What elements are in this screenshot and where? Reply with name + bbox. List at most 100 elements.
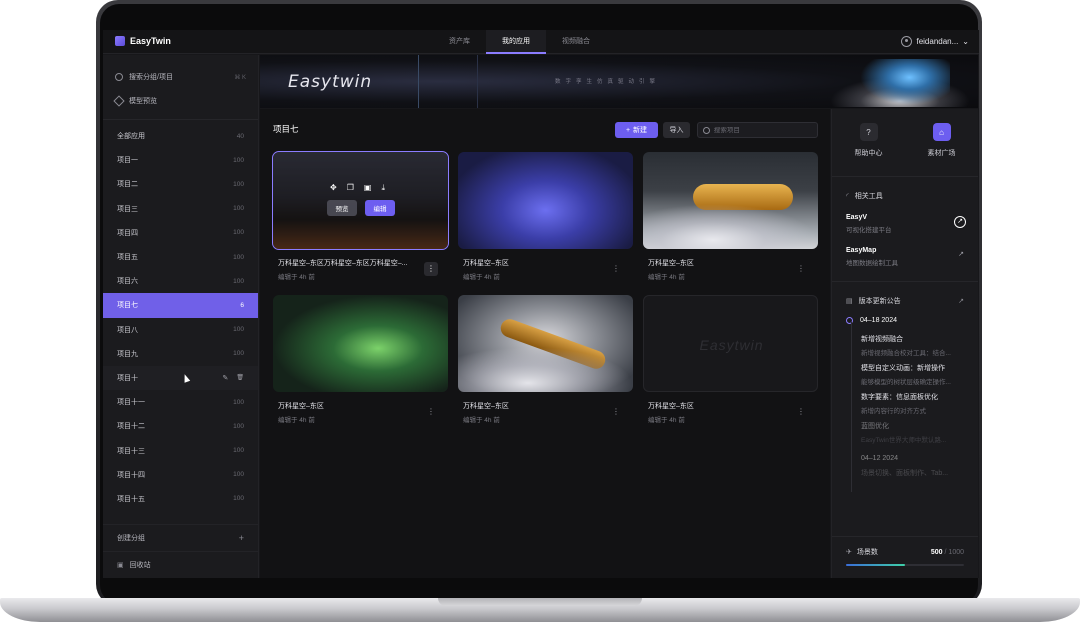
sidebar-item[interactable]: 项目九 100 <box>103 342 258 366</box>
project-thumbnail[interactable]: ✥ ❐ ▣ ⤓ 预览 编辑 <box>272 151 449 250</box>
update-entry[interactable]: 场景切换、面板制作、Tab... <box>846 468 964 478</box>
project-search[interactable] <box>697 122 818 138</box>
card-edited-time: 编辑于 4h 前 <box>463 274 500 281</box>
sidebar-item[interactable]: 项目七 6 <box>103 293 258 318</box>
more-options-icon[interactable]: ⋮ <box>424 262 438 276</box>
sidebar-item-count: 6 <box>240 301 244 309</box>
sidebar-item-count: 100 <box>233 422 244 430</box>
import-button[interactable]: 导入 <box>663 122 690 138</box>
update-entry[interactable]: 模型自定义动画：新增操作 能够模型的树状层级确定操作... <box>846 363 964 386</box>
update-entry[interactable]: 数字要素：信息面板优化 新增内容行的对齐方式 <box>846 392 964 415</box>
tab-asset-library[interactable]: 资产库 <box>433 30 486 54</box>
project-card[interactable]: 万科星空–东区 编辑于 4h 前 ⋮ <box>458 295 633 424</box>
banner-hologram-image <box>860 59 950 105</box>
card-title: 万科星空–东区 <box>278 403 324 410</box>
sidebar-item[interactable]: 项目十二 100 <box>103 414 258 438</box>
more-options-icon[interactable]: ⋮ <box>609 405 623 419</box>
page-title: 项目七 <box>273 124 299 134</box>
project-thumbnail[interactable] <box>273 295 448 392</box>
more-options-icon[interactable]: ⋮ <box>794 262 808 276</box>
sidebar-item[interactable]: 项目十四 100 <box>103 463 258 487</box>
sidebar-item[interactable]: 项目十五 100 <box>103 487 258 511</box>
card-edited-time: 编辑于 4h 前 <box>278 417 315 424</box>
timeline-line <box>851 322 852 492</box>
sidebar-item[interactable]: 项目三 100 <box>103 197 258 221</box>
update-desc: 新增视频融合校对工具：结合... <box>861 350 951 357</box>
sidebar-item[interactable]: 项目一 100 <box>103 148 258 172</box>
image-icon[interactable]: ▣ <box>364 183 372 193</box>
sidebar-item[interactable]: 项目四 100 <box>103 221 258 245</box>
update-entry[interactable]: 蓝图优化 EasyTwin世界大师中默认路... <box>846 421 964 444</box>
user-menu[interactable]: feidandan... ⌄ <box>901 36 969 47</box>
sidebar-search[interactable]: 搜索分组/项目 ⌘ K <box>115 65 246 89</box>
project-search-input[interactable] <box>713 126 812 134</box>
scene-quota-bar <box>846 564 964 566</box>
project-card[interactable]: Easytwin 万科星空–东区 编辑于 4h 前 ⋮ <box>643 295 818 424</box>
sidebar-item-label: 项目八 <box>117 326 138 334</box>
sidebar-item-label: 项目十二 <box>117 423 145 431</box>
app-logo[interactable]: EasyTwin <box>115 36 171 46</box>
sidebar-item[interactable]: 项目二 100 <box>103 172 258 196</box>
external-link-icon[interactable]: ↗ <box>958 250 964 258</box>
project-thumbnail[interactable] <box>458 152 633 249</box>
project-card[interactable]: 万科星空–东区 编辑于 4h 前 ⋮ <box>273 295 448 424</box>
download-icon[interactable]: ⤓ <box>381 183 385 193</box>
sidebar-model-preview[interactable]: 模型预览 <box>113 89 246 113</box>
trash-icon[interactable]: 🗑 <box>236 374 244 382</box>
project-thumbnail[interactable] <box>643 152 818 249</box>
tool-easymap[interactable]: EasyMap 地图数据绘制工具 ↗ <box>832 240 978 273</box>
material-plaza-button[interactable]: ⌂ 素材广场 <box>928 123 956 176</box>
more-options-icon[interactable]: ⋮ <box>424 405 438 419</box>
sidebar-item[interactable]: 项目五 100 <box>103 245 258 269</box>
card-edited-time: 编辑于 4h 前 <box>463 417 500 424</box>
project-card[interactable]: 万科星空–东区 编辑于 4h 前 ⋮ <box>458 152 633 281</box>
tool-easyv[interactable]: EasyV 可视化搭建平台 ↗ <box>832 207 978 240</box>
user-icon <box>901 36 913 47</box>
project-thumbnail[interactable] <box>458 295 633 392</box>
more-options-icon[interactable]: ⋮ <box>609 262 623 276</box>
sidebar-item[interactable]: 项目十三 100 <box>103 438 258 462</box>
update-heading: 蓝图优化 <box>861 423 889 430</box>
project-card[interactable]: ✥ ❐ ▣ ⤓ 预览 编辑 万科星空–东区万科星空–东区万科星空–... 编辑于… <box>272 151 449 281</box>
project-card[interactable]: 万科星空–东区 编辑于 4h 前 ⋮ <box>643 152 818 281</box>
sidebar-group-list: 全部应用 40 项目一 100 项目二 100 项目三 100 项目四 100 项目五 100 项目六 1… <box>103 124 258 511</box>
smoke-image <box>458 347 633 392</box>
preview-button[interactable]: 预览 <box>327 200 357 216</box>
sidebar-item[interactable]: 项目八 100 <box>103 318 258 342</box>
material-plaza-label: 素材广场 <box>927 150 956 157</box>
timeline-date: 04–12 2024 <box>846 450 964 466</box>
promo-banner[interactable]: Easytwin 数字孪生仿真驱动引擎 <box>260 55 978 108</box>
smoke-image <box>643 204 818 249</box>
recycle-bin-button[interactable]: ▣ 回收站 <box>103 551 258 578</box>
tool-desc: 可视化搭建平台 <box>846 226 892 234</box>
tool-name: EasyV <box>846 213 868 221</box>
sidebar-item-label: 项目一 <box>117 157 138 165</box>
card-title: 万科星空–东区 <box>463 260 509 267</box>
item-hover-actions: ✎ 🗑 <box>223 374 245 382</box>
sidebar-item-count: 100 <box>233 156 244 164</box>
project-thumbnail[interactable]: Easytwin <box>643 295 818 392</box>
sidebar-item[interactable]: 项目十 ✎ 🗑 <box>103 365 258 391</box>
new-project-button[interactable]: + 新建 <box>615 122 658 138</box>
help-center-button[interactable]: ? 帮助中心 <box>855 123 883 176</box>
sidebar-item[interactable]: 项目六 100 <box>103 269 258 293</box>
edit-icon[interactable]: ✎ <box>223 374 229 382</box>
sidebar-item[interactable]: 全部应用 40 <box>103 124 258 148</box>
tab-my-apps[interactable]: 我的应用 <box>486 30 546 54</box>
update-entry[interactable]: 新增视频融合 新增视频融合校对工具：结合... <box>846 334 964 357</box>
external-link-icon[interactable]: ↗ <box>954 216 966 228</box>
tab-video-fusion[interactable]: 视频融合 <box>546 30 606 54</box>
right-panel: ? 帮助中心 ⌂ 素材广场 ◜ 相关工具 EasyV 可视化搭建平台 ↗ Eas… <box>831 109 978 578</box>
more-options-icon[interactable]: ⋮ <box>794 405 808 419</box>
move-icon[interactable]: ✥ <box>330 183 337 193</box>
search-shortcut: ⌘ K <box>234 74 246 81</box>
announcement-icon: ▤ <box>846 298 853 305</box>
edit-button[interactable]: 编辑 <box>365 200 395 216</box>
sidebar-item-label: 全部应用 <box>117 133 145 141</box>
external-link-icon[interactable]: ↗ <box>958 297 964 305</box>
sidebar-item-label: 项目四 <box>117 229 138 237</box>
sidebar-item[interactable]: 项目十一 100 <box>103 390 258 414</box>
copy-icon[interactable]: ❐ <box>347 183 354 193</box>
create-group-button[interactable]: 创建分组 + <box>103 524 258 551</box>
timeline-date-label: 04–12 2024 <box>861 454 898 462</box>
